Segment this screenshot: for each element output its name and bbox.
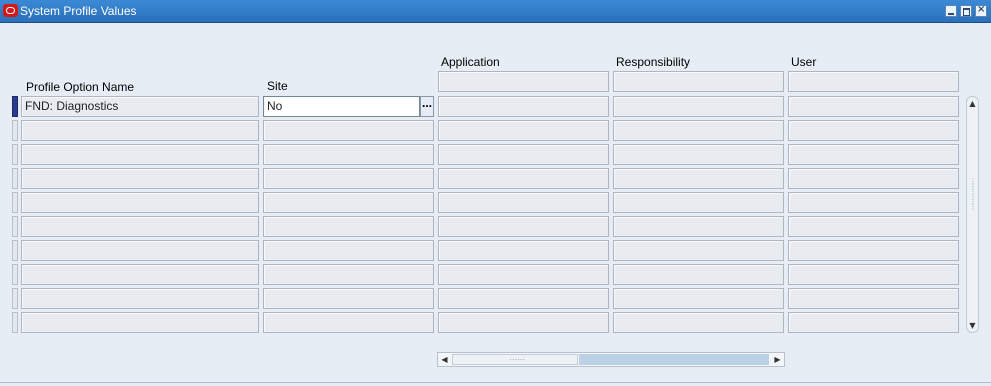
responsibility-field[interactable] (613, 144, 784, 165)
responsibility-field[interactable] (613, 192, 784, 213)
user-field[interactable] (788, 264, 959, 285)
application-field[interactable] (438, 312, 609, 333)
profile-option-name-field[interactable] (21, 192, 259, 213)
user-field[interactable] (788, 120, 959, 141)
profile-option-name-field[interactable] (21, 144, 259, 165)
header-user: User (791, 55, 817, 69)
status-divider (0, 382, 991, 383)
list-of-values-button[interactable]: … (420, 96, 434, 117)
profile-option-name-field[interactable] (21, 216, 259, 237)
header-site: Site (267, 79, 288, 93)
site-field[interactable] (263, 168, 434, 189)
vertical-scrollbar[interactable]: ▲ ⋮ ⋮ ⋮ ⋮ ⋮ ⋮ ▼ (966, 96, 979, 333)
application-header-field (438, 71, 609, 92)
horizontal-scroll-track[interactable] (579, 354, 769, 365)
title-bar[interactable]: System Profile Values × (0, 0, 991, 23)
user-field[interactable] (788, 168, 959, 189)
application-field[interactable] (438, 216, 609, 237)
profile-option-name-field[interactable] (21, 120, 259, 141)
row-indicator[interactable] (12, 240, 18, 261)
user-field[interactable] (788, 144, 959, 165)
site-field[interactable]: No (263, 96, 420, 117)
profile-option-name-field[interactable] (21, 240, 259, 261)
responsibility-field[interactable] (613, 240, 784, 261)
row-indicator[interactable] (12, 168, 18, 189)
profile-option-name-field[interactable] (21, 288, 259, 309)
responsibility-field[interactable] (613, 120, 784, 141)
site-field[interactable] (263, 216, 434, 237)
system-profile-values-window: System Profile Values × Profile Option N… (0, 0, 991, 386)
profile-option-name-field[interactable]: FND: Diagnostics (21, 96, 259, 117)
user-field[interactable] (788, 96, 959, 117)
scroll-right-icon[interactable]: ▶ (772, 354, 783, 365)
profile-option-name-field[interactable] (21, 264, 259, 285)
header-responsibility: Responsibility (616, 55, 691, 69)
profile-option-name-field[interactable] (21, 168, 259, 189)
row-indicator[interactable] (12, 216, 18, 237)
application-field[interactable] (438, 168, 609, 189)
user-field[interactable] (788, 312, 959, 333)
header-profile-option-name: Profile Option Name (26, 80, 135, 94)
site-field[interactable] (263, 288, 434, 309)
responsibility-field[interactable] (613, 288, 784, 309)
site-field[interactable] (263, 120, 434, 141)
responsibility-header-field (613, 71, 784, 92)
site-field[interactable] (263, 192, 434, 213)
user-field[interactable] (788, 240, 959, 261)
user-header-field (788, 71, 959, 92)
row-indicator[interactable] (12, 96, 18, 117)
user-field[interactable] (788, 192, 959, 213)
row-indicator[interactable] (12, 144, 18, 165)
profile-option-name-field[interactable] (21, 312, 259, 333)
row-indicator[interactable] (12, 192, 18, 213)
maximize-icon[interactable] (960, 5, 972, 17)
application-field[interactable] (438, 288, 609, 309)
scroll-down-icon[interactable]: ▼ (967, 320, 978, 331)
application-field[interactable] (438, 96, 609, 117)
responsibility-field[interactable] (613, 264, 784, 285)
scroll-grip-icon[interactable]: ⋮ ⋮ ⋮ ⋮ ⋮ ⋮ (969, 178, 977, 211)
responsibility-field[interactable] (613, 168, 784, 189)
application-field[interactable] (438, 264, 609, 285)
application-field[interactable] (438, 144, 609, 165)
site-field[interactable] (263, 240, 434, 261)
close-icon[interactable]: × (975, 4, 987, 17)
user-field[interactable] (788, 216, 959, 237)
responsibility-field[interactable] (613, 216, 784, 237)
horizontal-scroll-thumb[interactable]: ⋯⋯ (452, 354, 578, 365)
application-field[interactable] (438, 192, 609, 213)
horizontal-scrollbar[interactable]: ◀ ⋯⋯ ▶ (437, 352, 785, 367)
header-application: Application (441, 55, 500, 69)
application-field[interactable] (438, 120, 609, 141)
row-indicator[interactable] (12, 288, 18, 309)
minimize-icon[interactable] (945, 5, 957, 17)
site-field[interactable] (263, 312, 434, 333)
scroll-left-icon[interactable]: ◀ (439, 354, 450, 365)
row-indicator[interactable] (12, 120, 18, 141)
application-field[interactable] (438, 240, 609, 261)
responsibility-field[interactable] (613, 96, 784, 117)
oracle-logo-icon (3, 4, 18, 17)
responsibility-field[interactable] (613, 312, 784, 333)
site-field[interactable] (263, 264, 434, 285)
row-indicator[interactable] (12, 264, 18, 285)
window-title: System Profile Values (20, 4, 137, 18)
site-field[interactable] (263, 144, 434, 165)
scroll-up-icon[interactable]: ▲ (967, 98, 978, 109)
row-indicator[interactable] (12, 312, 18, 333)
user-field[interactable] (788, 288, 959, 309)
